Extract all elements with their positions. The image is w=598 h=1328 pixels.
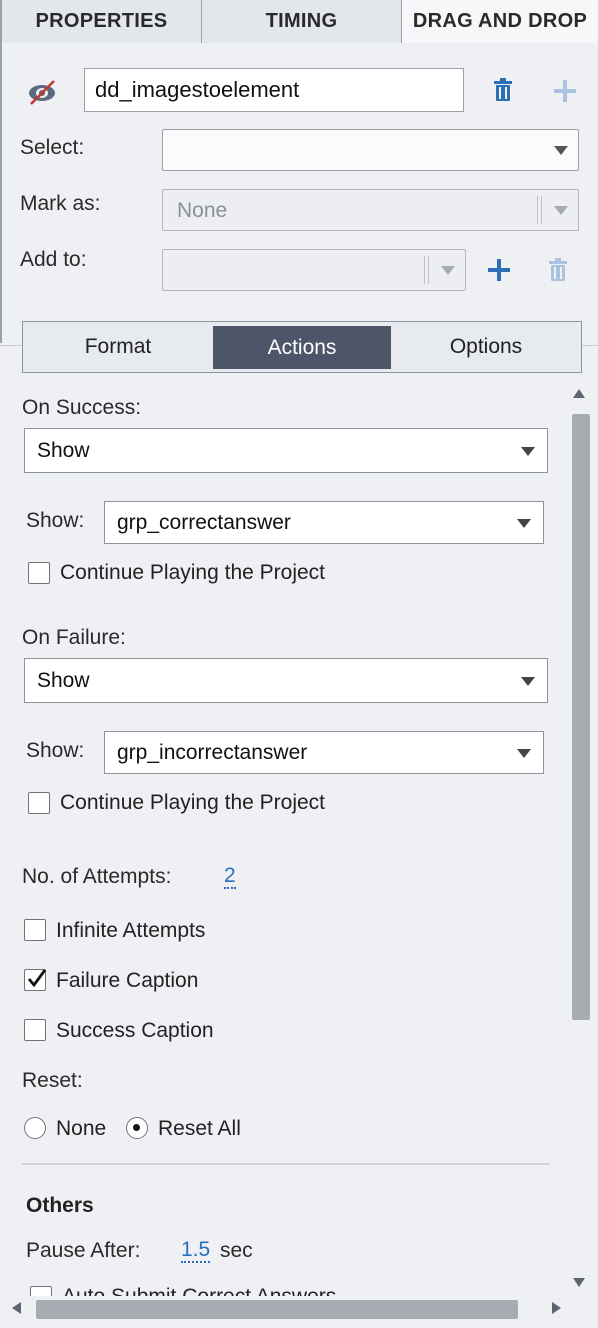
success-continue-label: Continue Playing the Project	[60, 561, 325, 584]
reset-none-label: None	[56, 1117, 107, 1140]
infinite-attempts-checkbox[interactable]	[24, 919, 46, 941]
chevron-down-icon	[517, 518, 531, 528]
reset-all-radio[interactable]	[126, 1117, 148, 1139]
tab-drag-and-drop[interactable]: DRAG AND DROP	[402, 0, 598, 43]
tab-options[interactable]: Options	[391, 322, 581, 372]
dropdown-separator	[428, 256, 429, 284]
reset-label: Reset:	[22, 1069, 83, 1092]
failure-continue-checkbox[interactable]	[28, 792, 50, 814]
failure-show-label: Show:	[26, 739, 85, 762]
infinite-attempts-label: Infinite Attempts	[56, 919, 206, 942]
success-caption-label: Success Caption	[56, 1019, 214, 1042]
attempts-label: No. of Attempts:	[22, 865, 172, 888]
chevron-down-icon	[521, 676, 535, 686]
checkmark-icon	[27, 969, 47, 988]
on-success-dropdown[interactable]: Show	[24, 428, 548, 473]
dropdown-separator	[541, 196, 542, 224]
mark-as-label: Mark as:	[20, 192, 101, 215]
failure-show-value: grp_incorrectanswer	[117, 741, 308, 764]
radio-selected-dot	[133, 1124, 140, 1131]
reset-all-label: Reset All	[158, 1117, 241, 1140]
success-show-dropdown[interactable]: grp_correctanswer	[104, 501, 544, 544]
success-show-value: grp_correctanswer	[117, 511, 291, 534]
others-heading: Others	[26, 1194, 94, 1217]
pause-after-value[interactable]: 1.5	[181, 1239, 211, 1263]
attempts-value[interactable]: 2	[224, 865, 236, 889]
on-failure-label: On Failure:	[22, 626, 126, 649]
reset-none-radio[interactable]	[24, 1117, 46, 1139]
chevron-down-icon	[517, 748, 531, 758]
failure-caption-checkbox[interactable]	[24, 969, 47, 991]
trash-icon[interactable]	[490, 76, 516, 104]
scroll-left-arrow-icon[interactable]	[12, 1302, 21, 1314]
sub-tab-bar: Format Actions Options	[22, 321, 582, 373]
auto-submit-checkbox[interactable]	[30, 1286, 52, 1296]
on-success-value: Show	[37, 439, 90, 462]
chevron-down-icon	[521, 446, 535, 456]
success-continue-checkbox[interactable]	[28, 562, 50, 584]
section-divider	[22, 1163, 550, 1165]
success-caption-checkbox[interactable]	[24, 1019, 46, 1041]
dropdown-separator	[424, 256, 425, 284]
on-failure-dropdown[interactable]: Show	[24, 658, 548, 703]
dropdown-separator	[537, 196, 538, 224]
chevron-down-icon	[441, 266, 455, 275]
trash-icon[interactable]	[545, 256, 571, 284]
add-to-dropdown[interactable]	[162, 249, 466, 291]
failure-caption-label: Failure Caption	[56, 969, 199, 992]
mark-as-value: None	[177, 199, 228, 222]
scroll-right-arrow-icon[interactable]	[552, 1302, 561, 1314]
tab-format[interactable]: Format	[23, 322, 213, 372]
chevron-down-icon	[554, 146, 568, 155]
on-success-label: On Success:	[22, 396, 142, 419]
add-to-label: Add to:	[20, 248, 87, 271]
success-show-label: Show:	[26, 509, 85, 532]
pause-after-unit: sec	[220, 1239, 253, 1262]
panel-left-border	[0, 43, 2, 343]
vertical-scrollbar-thumb[interactable]	[572, 414, 590, 1020]
pause-after-label: Pause After:	[26, 1239, 141, 1262]
tab-properties[interactable]: PROPERTIES	[0, 0, 202, 43]
chevron-down-icon	[554, 206, 568, 215]
failure-continue-label: Continue Playing the Project	[60, 791, 325, 814]
interaction-name-input[interactable]	[84, 68, 464, 112]
mark-as-dropdown[interactable]: None	[162, 189, 579, 231]
on-failure-value: Show	[37, 669, 90, 692]
tab-timing[interactable]: TIMING	[202, 0, 402, 43]
auto-submit-row: Auto Submit Correct Answers	[0, 1280, 560, 1296]
select-label: Select:	[20, 136, 85, 159]
select-dropdown[interactable]	[162, 129, 579, 171]
tab-actions[interactable]: Actions	[213, 326, 391, 369]
plus-icon[interactable]	[552, 78, 578, 104]
failure-show-dropdown[interactable]: grp_incorrectanswer	[104, 731, 544, 774]
horizontal-scrollbar-thumb[interactable]	[36, 1300, 518, 1319]
scroll-up-arrow-icon[interactable]	[573, 389, 585, 398]
scroll-down-arrow-icon[interactable]	[573, 1278, 585, 1287]
auto-submit-label: Auto Submit Correct Answers	[62, 1285, 336, 1296]
eye-hidden-icon[interactable]	[26, 78, 60, 106]
plus-icon[interactable]	[486, 257, 512, 283]
panel-tab-bar: PROPERTIES TIMING DRAG AND DROP	[0, 0, 598, 43]
